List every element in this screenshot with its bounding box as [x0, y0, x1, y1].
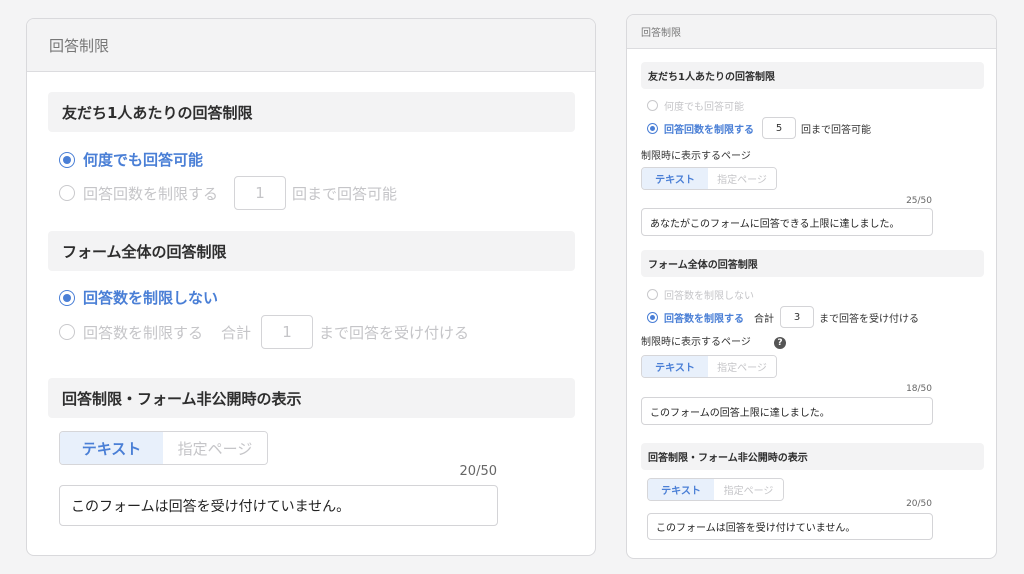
radio-selected-icon[interactable] — [59, 151, 75, 168]
response-limit-card-small: 回答制限 友だち1人あたりの回答制限 何度でも回答可能 回答回数を制限する 5 … — [626, 14, 997, 559]
section-closed-display: 回答制限・フォーム非公開時の表示 — [641, 443, 984, 470]
limit-suffix-label: まで回答を受け付ける — [819, 313, 919, 325]
radio-option-no-total-limit[interactable]: 回答数を制限しない — [647, 287, 754, 302]
radio-option-unlimited-answers[interactable]: 何度でも回答可能 — [647, 98, 744, 113]
section-title: 友だち1人あたりの回答制限 — [62, 103, 253, 122]
total-label: 合計 — [754, 313, 774, 325]
total-limit-input[interactable]: 1 — [261, 315, 314, 349]
section-closed-display: 回答制限・フォーム非公開時の表示 — [48, 378, 575, 418]
radio-option-limit-answers[interactable]: 回答回数を制限する 5 回まで回答可能 — [647, 117, 871, 139]
section-per-friend-limit: 友だち1人あたりの回答制限 — [48, 92, 575, 132]
response-limit-card-large: 回答制限 友だち1人あたりの回答制限 何度でも回答可能 回答回数を制限する 1 … — [26, 18, 596, 556]
limit-page-label: 制限時に表示するページ ? — [641, 333, 786, 349]
help-question-icon[interactable]: ? — [774, 337, 786, 349]
tab-page[interactable]: 指定ページ — [163, 432, 267, 464]
section-title: 回答制限・フォーム非公開時の表示 — [648, 453, 808, 464]
limit-count-input[interactable]: 1 — [234, 176, 287, 210]
limit-page-label-text: 制限時に表示するページ — [641, 337, 751, 348]
tab-text[interactable]: テキスト — [642, 168, 709, 189]
display-type-tabs: テキスト 指定ページ — [641, 355, 777, 378]
radio-selected-icon[interactable] — [647, 311, 658, 323]
option-label: 回答回数を制限する — [664, 124, 754, 136]
total-label: 合計 — [221, 323, 252, 342]
radio-selected-icon[interactable] — [647, 122, 658, 134]
limit-page-label: 制限時に表示するページ — [641, 151, 751, 162]
radio-option-no-total-limit[interactable]: 回答数を制限しない — [59, 287, 218, 308]
display-type-tabs: テキスト 指定ページ — [641, 167, 777, 190]
radio-option-limit-answers[interactable]: 回答回数を制限する 1 回まで回答可能 — [59, 176, 397, 210]
card-title: 回答制限 — [49, 36, 110, 55]
closed-message-input[interactable]: このフォームは回答を受け付けていません。 — [647, 513, 933, 540]
radio-option-unlimited-answers[interactable]: 何度でも回答可能 — [59, 149, 203, 170]
radio-unselected-icon[interactable] — [59, 185, 75, 201]
tab-page[interactable]: 指定ページ — [708, 356, 776, 377]
display-type-tabs: テキスト 指定ページ — [59, 431, 268, 465]
section-title: フォーム全体の回答制限 — [62, 242, 227, 261]
tab-page[interactable]: 指定ページ — [708, 168, 776, 189]
char-count: 20/50 — [459, 464, 497, 479]
limit-suffix-label: まで回答を受け付ける — [319, 323, 470, 342]
option-label: 何度でも回答可能 — [83, 151, 204, 169]
option-label: 回答数を制限しない — [83, 289, 219, 307]
tab-text[interactable]: テキスト — [648, 479, 715, 500]
limit-count-input[interactable]: 5 — [762, 117, 796, 139]
card-header: 回答制限 — [627, 15, 996, 49]
limit-message-input[interactable]: あなたがこのフォームに回答できる上限に達しました。 — [641, 208, 933, 236]
radio-option-total-limit[interactable]: 回答数を制限する 合計 1 まで回答を受け付ける — [59, 315, 469, 349]
char-count: 25/50 — [906, 196, 932, 206]
option-label: 何度でも回答可能 — [664, 102, 744, 113]
option-label: 回答数を制限しない — [664, 291, 754, 302]
char-count: 20/50 — [906, 499, 932, 509]
section-title: 回答制限・フォーム非公開時の表示 — [62, 389, 302, 408]
section-title: フォーム全体の回答制限 — [648, 260, 758, 271]
card-header: 回答制限 — [27, 19, 595, 72]
tab-text[interactable]: テキスト — [60, 432, 163, 464]
option-label: 回答数を制限する — [83, 323, 204, 342]
radio-option-total-limit[interactable]: 回答数を制限する 合計 3 まで回答を受け付ける — [647, 306, 919, 328]
tab-text[interactable]: テキスト — [642, 356, 709, 377]
card-title: 回答制限 — [641, 28, 681, 39]
option-label: 回答回数を制限する — [83, 184, 219, 203]
radio-selected-icon[interactable] — [59, 289, 75, 306]
closed-message-input[interactable]: このフォームは回答を受け付けていません。 — [59, 485, 498, 526]
section-title: 友だち1人あたりの回答制限 — [648, 72, 775, 83]
radio-unselected-icon[interactable] — [59, 324, 75, 340]
char-count: 18/50 — [906, 384, 932, 394]
section-form-total-limit: フォーム全体の回答制限 — [48, 231, 575, 271]
limit-suffix-label: 回まで回答可能 — [801, 124, 871, 136]
limit-message-input[interactable]: このフォームの回答上限に達しました。 — [641, 397, 933, 425]
total-limit-input[interactable]: 3 — [780, 306, 814, 328]
radio-unselected-icon[interactable] — [647, 100, 658, 111]
tab-page[interactable]: 指定ページ — [714, 479, 783, 500]
section-per-friend-limit: 友だち1人あたりの回答制限 — [641, 62, 984, 89]
limit-suffix-label: 回まで回答可能 — [292, 184, 398, 203]
option-label: 回答数を制限する — [664, 313, 744, 325]
radio-unselected-icon[interactable] — [647, 289, 658, 300]
section-form-total-limit: フォーム全体の回答制限 — [641, 250, 984, 277]
display-type-tabs: テキスト 指定ページ — [647, 478, 784, 501]
